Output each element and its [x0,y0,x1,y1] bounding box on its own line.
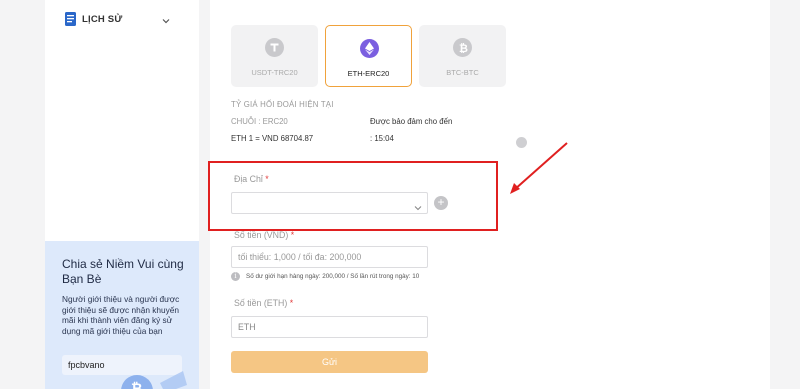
guarantee-text: Được bảo đảm cho đến [370,117,453,126]
referral-promo-card: Chia sẻ Niềm Vui cùng Bạn Bè Người giới … [45,241,199,389]
document-icon [65,12,76,26]
tether-icon [265,38,284,57]
submit-button[interactable]: Gửi [231,351,428,373]
vnd-amount-label: Số tiền (VND) * [234,230,295,240]
limit-info: i Số dư giới hạn hàng ngày: 200,000 / Số… [231,272,419,281]
sidebar-item-label: LỊCH SỬ [82,13,123,25]
vnd-amount-input[interactable]: tối thiểu: 1,000 / tối đa: 200,000 [231,246,428,268]
eth-amount-label: Số tiền (ETH) * [234,298,294,308]
currency-card-eth[interactable]: ETH-ERC20 [325,25,412,87]
currency-label: USDT-TRC20 [251,68,298,77]
currency-selector: USDT-TRC20 ETH-ERC20 ₿ BTC-BTC [231,25,506,87]
promo-description: Người giới thiệu và người được giới thiệ… [62,294,180,336]
exchange-rate-value: ETH 1 = VND 68704.87 [231,134,314,143]
chain-text: CHUỖI : ERC20 [231,117,288,126]
info-icon: i [231,272,240,281]
currency-card-usdt[interactable]: USDT-TRC20 [231,25,318,87]
currency-card-btc[interactable]: ₿ BTC-BTC [419,25,506,87]
sidebar-item-history[interactable]: LỊCH SỬ [65,10,183,28]
guarantee-time: : 15:04 [370,134,394,143]
ethereum-icon [360,39,379,58]
currency-label: ETH-ERC20 [347,69,390,78]
currency-label: BTC-BTC [446,68,479,77]
eth-amount-input[interactable]: ETH [231,316,428,338]
bitcoin-icon: ₿ [453,38,472,57]
promo-title: Chia sẻ Niềm Vui cùng Bạn Bè [62,257,184,286]
chevron-down-icon[interactable] [161,13,171,24]
limit-info-text: Số dư giới hạn hàng ngày: 200,000 / Số l… [246,273,420,280]
annotation-highlight-box [208,161,498,231]
refresh-icon[interactable] [516,137,527,148]
svg-text:₿: ₿ [131,381,142,389]
bitcoin-coin-illustration: ₿ [121,371,187,389]
svg-text:₿: ₿ [459,42,468,53]
exchange-rate-heading: TỶ GIÁ HỐI ĐOÁI HIỆN TẠI [231,100,334,109]
